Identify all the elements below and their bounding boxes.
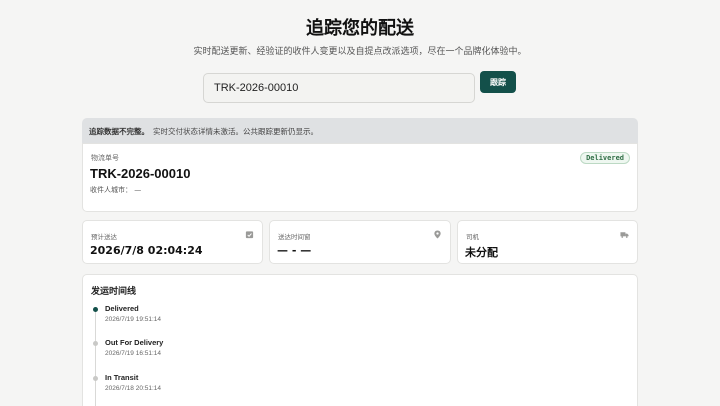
delivery-window-value: — - — — [277, 244, 312, 257]
timeline-line — [95, 311, 96, 406]
timeline-event-status: In Transit — [105, 373, 139, 382]
timeline-dot — [93, 341, 98, 346]
calendar-check-icon — [245, 231, 254, 239]
delivery-window-label: 送达时间窗 — [278, 233, 311, 241]
track-button[interactable]: 跟踪 — [480, 71, 516, 93]
notice-bold-text: 追踪数据不完整。 — [89, 127, 149, 136]
tracking-number-input[interactable] — [203, 73, 475, 103]
driver-label: 司机 — [466, 233, 479, 241]
incomplete-data-notice: 追踪数据不完整。 实时交付状态详情未激活。公共跟踪更新仍显示。 — [82, 118, 638, 143]
timeline-dot — [93, 376, 98, 381]
timeline-event-status: Out For Delivery — [105, 338, 164, 347]
map-pin-icon — [434, 230, 441, 239]
page-subtitle: 实时配送更新、经验证的收件人变更以及自提点改派选项，尽在一个品牌化体验中。 — [193, 47, 527, 57]
page-title: 追踪您的配送 — [306, 18, 414, 39]
shipment-timeline: 发运时间线 Delivered 2026/7/19 19:51:14 Out F… — [82, 274, 638, 406]
recipient-city-label: 收件人城市： — [90, 186, 132, 194]
eta-value: 2026/7/8 02:04:24 — [90, 244, 203, 257]
recipient-city: 收件人城市： — — [90, 185, 141, 195]
notice-text: 实时交付状态详情未激活。公共跟踪更新仍显示。 — [153, 127, 318, 136]
delivery-window-card: 送达时间窗 — - — — [269, 220, 451, 264]
status-badge: Delivered — [580, 152, 630, 164]
eta-card: 预计送达 2026/7/8 02:04:24 — [82, 220, 263, 264]
timeline-event-time: 2026/7/18 20:51:14 — [105, 385, 162, 392]
timeline-dot-active — [93, 307, 98, 312]
recipient-city-value: — — [134, 186, 142, 194]
timeline-title: 发运时间线 — [91, 287, 137, 297]
eta-label: 预计送达 — [91, 233, 117, 241]
timeline-event-status: Delivered — [105, 304, 139, 313]
shipment-card: 物流单号 TRK-2026-00010 收件人城市： — Delivered — [82, 143, 638, 212]
tracking-number-value: TRK-2026-00010 — [90, 166, 191, 181]
timeline-event-time: 2026/7/19 16:51:14 — [105, 350, 162, 357]
truck-icon — [620, 232, 629, 238]
driver-value: 未分配 — [465, 246, 498, 259]
timeline-event-time: 2026/7/19 19:51:14 — [105, 316, 162, 323]
tracking-number-label: 物流单号 — [91, 154, 119, 162]
driver-card: 司机 未分配 — [457, 220, 638, 264]
